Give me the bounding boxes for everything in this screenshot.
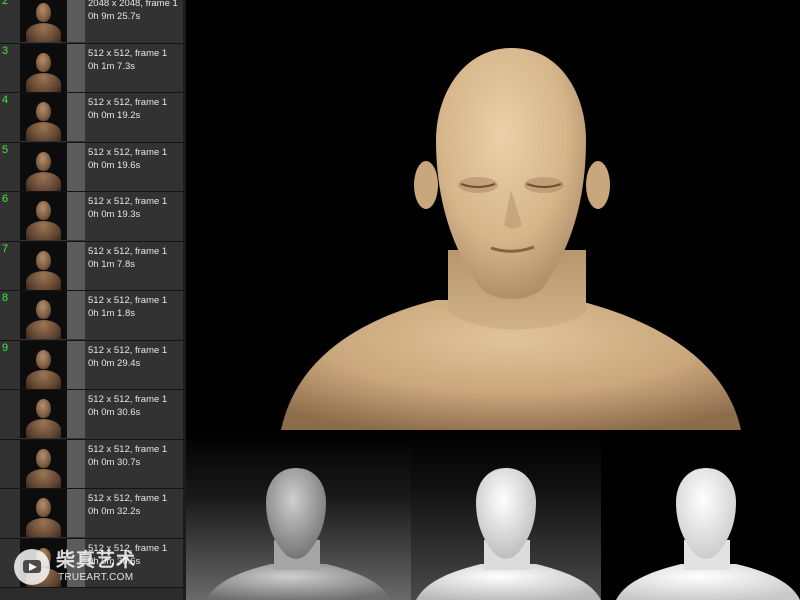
history-row[interactable]: 512 x 512, frame 1 0h 0m 32.2s bbox=[0, 489, 186, 539]
history-row-render-time: 0h 0m 30.6s bbox=[88, 407, 141, 418]
white-render-dark-bg-panel bbox=[601, 430, 800, 600]
history-row[interactable]: 6 512 x 512, frame 1 0h 0m 19.3s bbox=[0, 192, 186, 242]
history-row-info: 2048 x 2048, frame 1 0h 9m 25.7s bbox=[88, 0, 178, 23]
main-render-view bbox=[186, 0, 800, 430]
history-row-divider bbox=[67, 241, 85, 290]
history-row-index: 3 bbox=[2, 44, 9, 57]
history-row-info: 512 x 512, frame 1 0h 0m 30.6s bbox=[88, 393, 167, 419]
history-row-info: 512 x 512, frame 1 0h 1m 7.3s bbox=[88, 47, 167, 73]
history-row-index: 2 bbox=[2, 0, 9, 7]
history-row-render-time: 0h 1m 7.8s bbox=[88, 258, 135, 270]
history-row-divider bbox=[67, 489, 85, 537]
history-row-divider bbox=[67, 291, 85, 339]
history-row-index: 6 bbox=[2, 193, 9, 205]
render-history-panel: 2 2048 x 2048, frame 1 0h 9m 25.7s 3 512 x 5… bbox=[0, 0, 186, 600]
history-thumbnail bbox=[20, 241, 67, 290]
history-row-resolution: 512 x 512, frame 1 bbox=[88, 295, 168, 306]
history-thumbnail bbox=[20, 192, 67, 240]
history-thumbnail bbox=[20, 291, 67, 339]
history-row-info: 512 x 512, frame 1 0h 0m 30.7s bbox=[88, 443, 167, 469]
history-row-render-time: 0h 1m 1.8s bbox=[88, 308, 135, 319]
history-row-resolution: 2048 x 2048, frame 1 bbox=[88, 0, 178, 9]
history-row-info: 512 x 512, frame 1 0h 1m 1.8s bbox=[88, 294, 167, 320]
history-row-divider bbox=[67, 340, 85, 389]
history-row-info: 512 x 512, frame 1 0h 1m 7.8s bbox=[88, 245, 167, 271]
history-row-resolution: 512 x 512, frame 1 bbox=[88, 493, 168, 504]
history-row[interactable]: 512 x 512, frame 1 0h 0m 30.7s bbox=[0, 439, 186, 489]
history-row-divider bbox=[67, 142, 85, 191]
history-row-divider bbox=[67, 439, 85, 488]
history-row[interactable]: 5 512 x 512, frame 1 0h 0m 19.6s bbox=[0, 142, 186, 192]
history-thumbnail bbox=[20, 538, 67, 587]
history-row-render-time: 0h 0m 30.6s bbox=[88, 555, 141, 567]
history-row-index: 8 bbox=[2, 292, 9, 304]
history-row-render-time: 0h 0m 29.4s bbox=[88, 357, 141, 369]
history-row-resolution: 512 x 512, frame 1 bbox=[88, 542, 168, 554]
history-row-resolution: 512 x 512, frame 1 bbox=[88, 146, 168, 158]
history-row-divider bbox=[67, 43, 85, 92]
history-row-render-time: 0h 0m 19.6s bbox=[88, 159, 141, 171]
history-row-resolution: 512 x 512, frame 1 bbox=[88, 196, 168, 207]
history-thumbnail bbox=[20, 43, 67, 92]
render-history-app: 2 2048 x 2048, frame 1 0h 9m 25.7s 3 512 x 5… bbox=[0, 0, 800, 600]
history-row-render-time: 0h 1m 7.3s bbox=[88, 60, 135, 72]
history-thumbnail bbox=[20, 489, 67, 537]
history-row-divider bbox=[67, 390, 85, 438]
history-thumbnail bbox=[20, 439, 67, 488]
history-row-info: 512 x 512, frame 1 0h 0m 29.4s bbox=[88, 344, 167, 370]
history-row-resolution: 512 x 512, frame 1 bbox=[88, 344, 168, 356]
history-thumbnail bbox=[20, 340, 67, 389]
history-row[interactable]: 4 512 x 512, frame 1 0h 0m 19.2s bbox=[0, 93, 186, 143]
history-row-render-time: 0h 0m 30.7s bbox=[88, 456, 141, 468]
history-row[interactable]: 9 512 x 512, frame 1 0h 0m 29.4s bbox=[0, 340, 186, 390]
history-row-info: 512 x 512, frame 1 0h 0m 19.6s bbox=[88, 146, 167, 172]
history-row-render-time: 0h 0m 19.2s bbox=[88, 110, 141, 121]
history-row-info: 512 x 512, frame 1 0h 0m 19.3s bbox=[88, 195, 167, 221]
history-thumbnail bbox=[20, 142, 67, 191]
white-render-panel bbox=[411, 430, 601, 600]
history-row-info: 512 x 512, frame 1 0h 0m 32.2s bbox=[88, 492, 167, 518]
history-row[interactable]: 7 512 x 512, frame 1 0h 1m 7.8s bbox=[0, 241, 186, 291]
main-render-image bbox=[281, 48, 741, 430]
history-row[interactable]: 512 x 512, frame 1 0h 0m 30.6s bbox=[0, 390, 186, 440]
history-row-resolution: 512 x 512, frame 1 bbox=[88, 97, 168, 108]
history-row-render-time: 0h 0m 32.2s bbox=[88, 506, 141, 517]
comparison-strip bbox=[186, 430, 800, 600]
history-row[interactable]: 8 512 x 512, frame 1 0h 1m 1.8s bbox=[0, 291, 186, 341]
history-thumbnail bbox=[20, 93, 67, 141]
history-row-divider bbox=[67, 0, 85, 42]
history-row-divider bbox=[67, 93, 85, 141]
history-row-resolution: 512 x 512, frame 1 bbox=[88, 394, 168, 405]
history-row-index: 5 bbox=[2, 143, 9, 156]
history-row-resolution: 512 x 512, frame 1 bbox=[88, 47, 168, 59]
history-row-render-time: 0h 0m 19.3s bbox=[88, 209, 141, 220]
history-row-index: 7 bbox=[2, 242, 9, 255]
history-row-divider bbox=[67, 538, 85, 587]
history-thumbnail bbox=[20, 0, 67, 42]
history-row[interactable]: 3 512 x 512, frame 1 0h 1m 7.3s bbox=[0, 43, 186, 93]
history-row-info: 512 x 512, frame 1 0h 0m 30.6s bbox=[88, 542, 167, 568]
clay-render-panel bbox=[186, 430, 411, 600]
history-row[interactable]: 2 2048 x 2048, frame 1 0h 9m 25.7s bbox=[0, 0, 186, 44]
history-row-divider bbox=[67, 192, 85, 240]
history-row-render-time: 0h 9m 25.7s bbox=[88, 11, 141, 22]
history-row-index: 9 bbox=[2, 341, 9, 354]
history-row-resolution: 512 x 512, frame 1 bbox=[88, 245, 168, 257]
history-thumbnail bbox=[20, 390, 67, 438]
history-row-index: 4 bbox=[2, 94, 9, 106]
history-row[interactable]: 512 x 512, frame 1 0h 0m 30.6s bbox=[0, 538, 186, 588]
history-row-info: 512 x 512, frame 1 0h 0m 19.2s bbox=[88, 96, 167, 122]
history-row-resolution: 512 x 512, frame 1 bbox=[88, 443, 168, 455]
